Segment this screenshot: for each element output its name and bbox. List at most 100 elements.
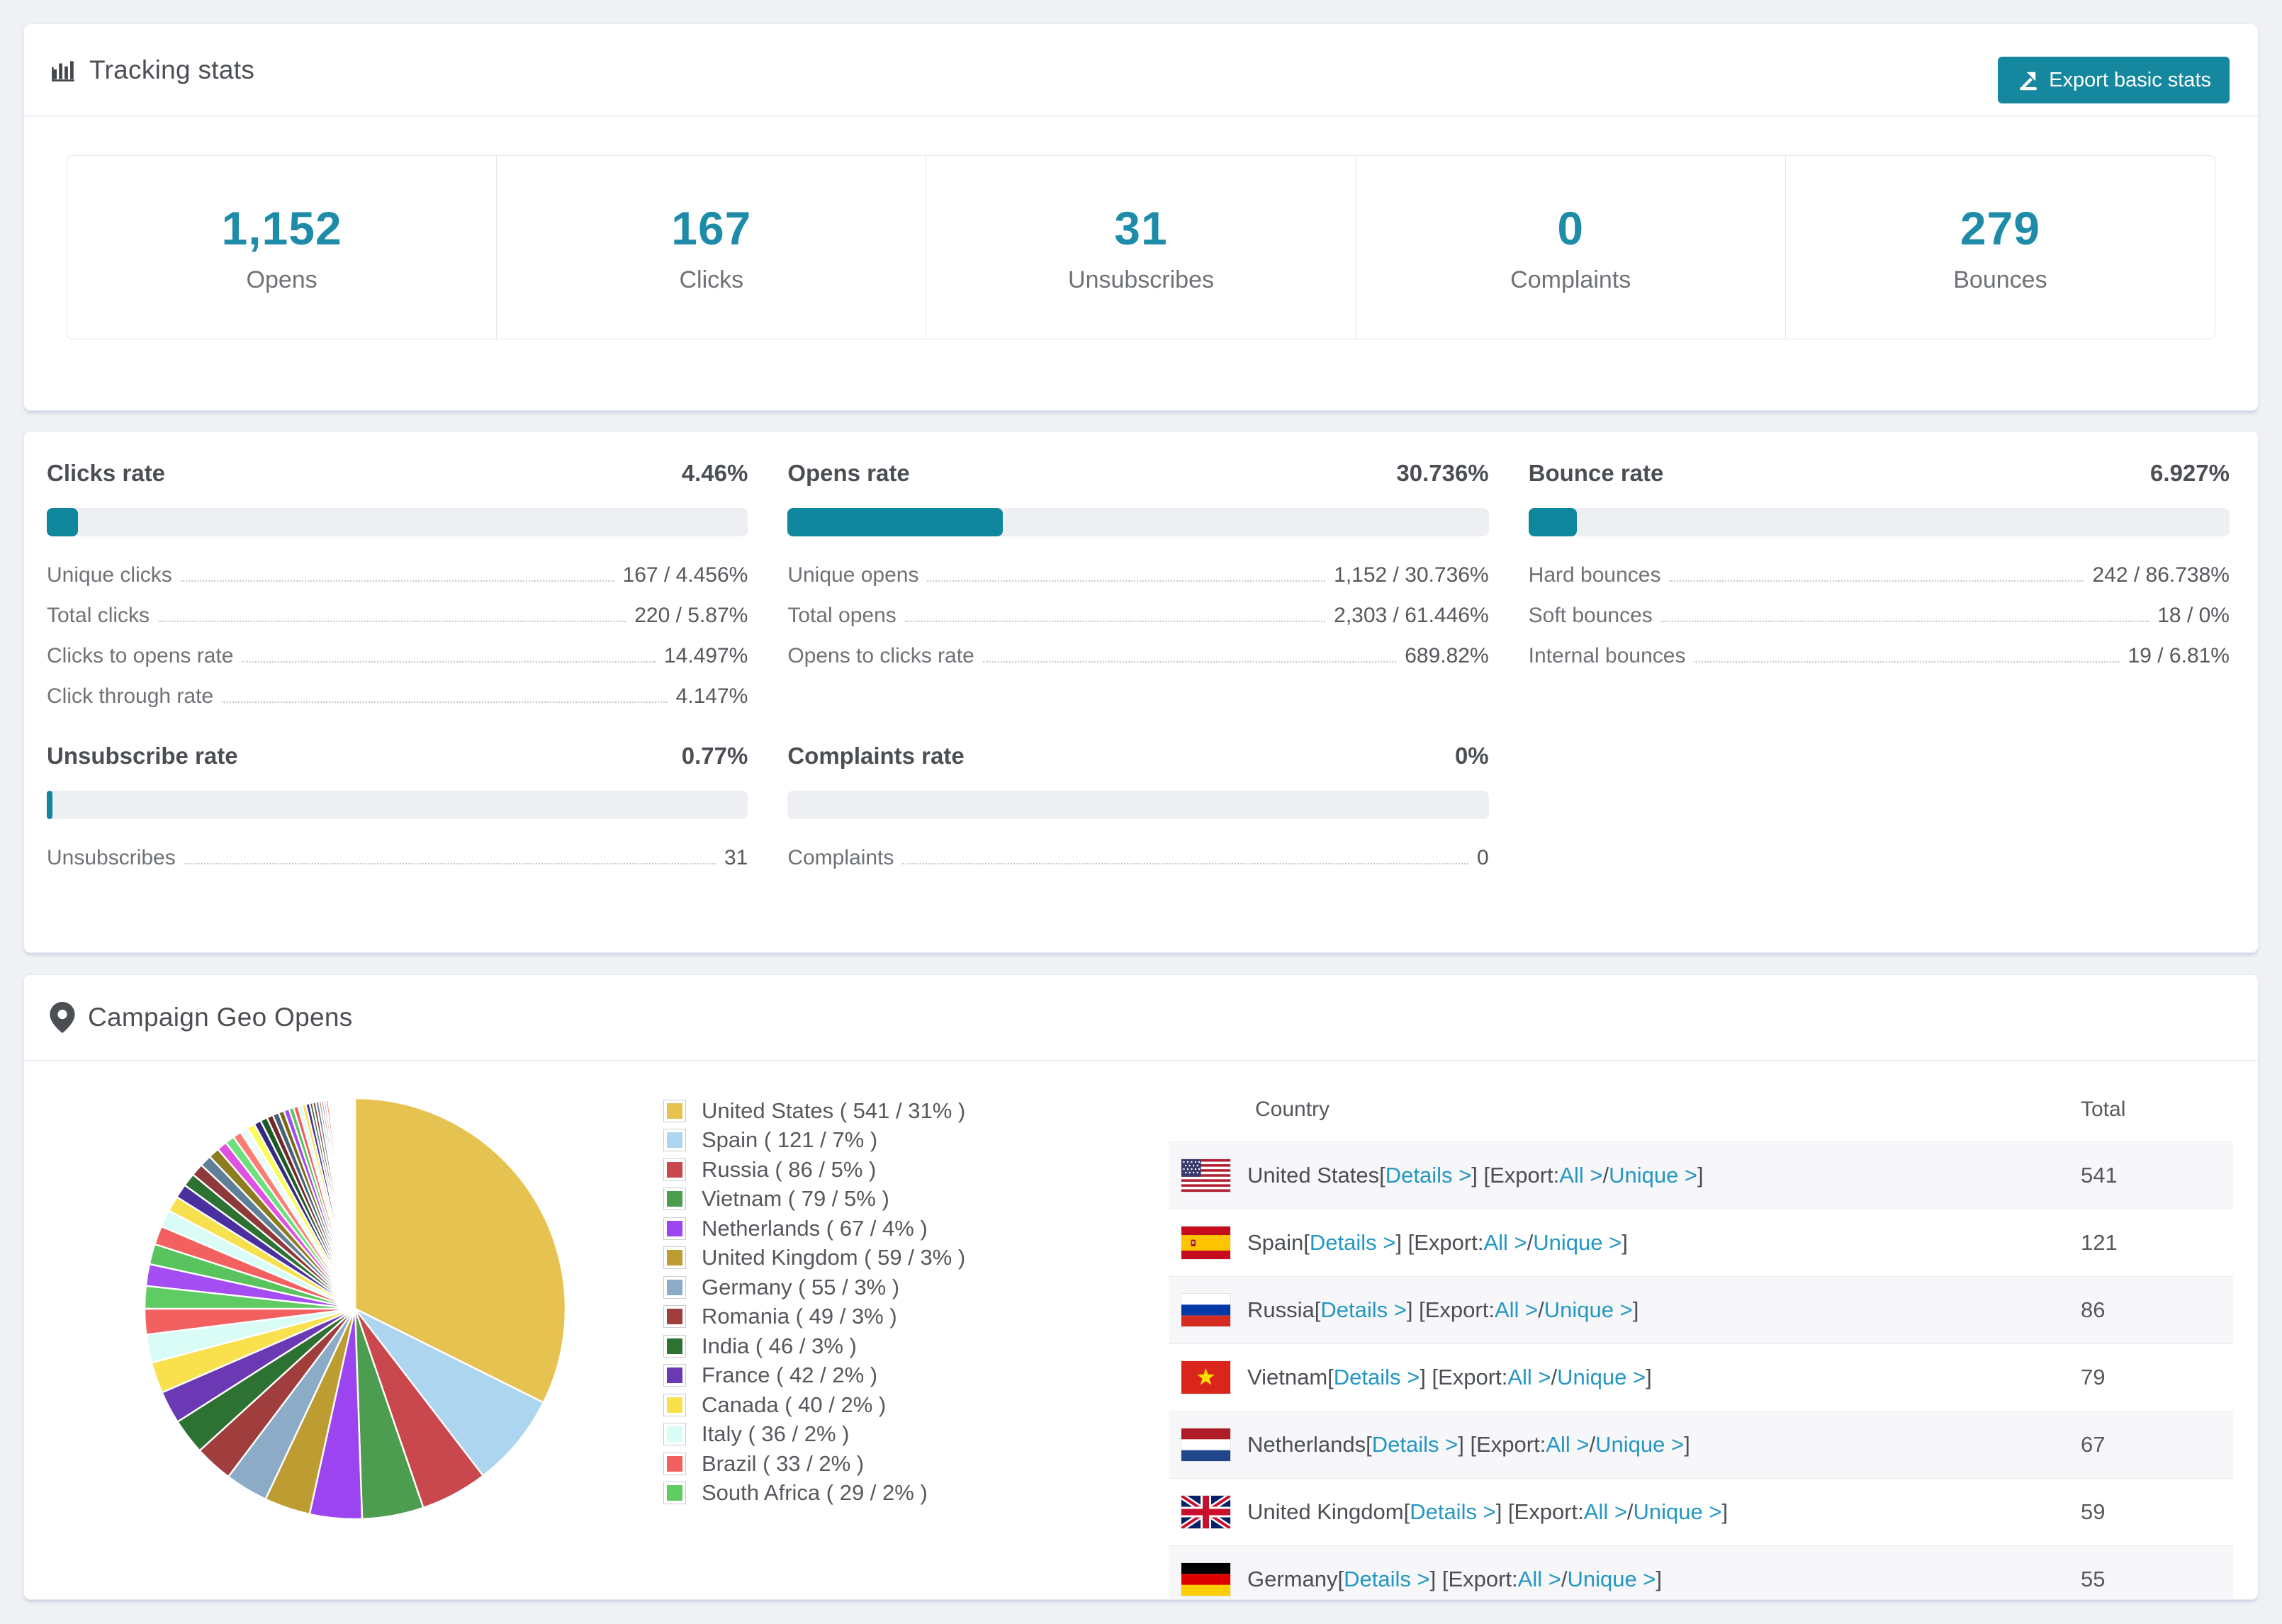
table-row-vietnam: Vietnam [Details >] [Export: All > / Uni… [1169,1343,2233,1411]
export-all-link[interactable]: All > [1518,1567,1561,1592]
bounce-rate-progress-fill [1528,508,1578,536]
details-link[interactable]: Details > [1334,1365,1420,1390]
table-row-united-states: United States [Details >] [Export: All >… [1169,1141,2233,1209]
legend-item-india[interactable]: India ( 46 / 3% ) [663,1331,965,1361]
legend-item-netherlands[interactable]: Netherlands ( 67 / 4% ) [663,1214,965,1244]
kv-hard-bounces: Hard bounces 242 / 86.738% [1528,563,2230,587]
details-link[interactable]: Details > [1344,1567,1429,1592]
tracking-stats-card: Tracking stats Export basic stats 1,152 … [23,23,2259,411]
campaign-stats-page: { "tracking": { "title": "Tracking stats… [0,0,2282,1624]
unsubscribe-rate-block: Unsubscribe rate 0.77% Unsubscribes 31 [47,741,748,876]
stat-complaints-value: 0 [1557,201,1585,254]
export-all-link[interactable]: All > [1546,1432,1589,1457]
stat-unsubscribes-value: 31 [1114,201,1168,254]
export-unique-link[interactable]: Unique > [1544,1297,1633,1323]
complaints-rate-block: Complaints rate 0% Complaints 0 [787,741,1489,876]
stat-bounces-value: 279 [1960,201,2040,254]
legend-item-united-kingdom[interactable]: United Kingdom ( 59 / 3% ) [663,1244,965,1273]
pie-legend: United States ( 541 / 31% ) Spain ( 121 … [663,1096,965,1508]
kv-soft-bounces: Soft bounces 18 / 0% [1528,604,2230,627]
stat-complaints-label: Complaints [1510,266,1631,293]
table-row-spain: Spain [Details >] [Export: All > / Uniqu… [1169,1209,2233,1276]
bar-chart-icon [50,57,77,84]
table-rows: United States [Details >] [Export: All >… [1169,1141,2233,1599]
stats-summary-row: 1,152 Opens 167 Clicks 31 Unsubscribes 0… [67,155,2215,339]
stat-clicks: 167 Clicks [496,156,926,339]
table-row-russia: Russia [Details >] [Export: All > / Uniq… [1169,1276,2233,1343]
geo-body: United States ( 541 / 31% ) Spain ( 121 … [24,1061,2258,1599]
unsubscribe-rate-value: 0.77% [681,743,748,769]
legend-item-brazil[interactable]: Brazil ( 33 / 2% ) [663,1449,965,1479]
unsubscribe-rate-title: Unsubscribe rate [47,743,238,769]
clicks-rate-value: 4.46% [681,460,748,486]
bounce-rate-progressbar [1528,508,2230,536]
netherlands-flag-icon [1181,1428,1230,1461]
clicks-rate-progressbar [47,508,748,536]
geo-opens-pie-chart [143,1097,567,1521]
unsubscribe-rate-progress-fill [47,791,52,819]
export-all-link[interactable]: All > [1584,1499,1627,1525]
export-all-link[interactable]: All > [1559,1163,1602,1188]
table-row-united-kingdom: United Kingdom [Details >] [Export: All … [1169,1478,2233,1545]
kv-unique-clicks: Unique clicks 167 / 4.456% [47,563,748,587]
unsubscribe-rate-progressbar [47,791,748,819]
vietnam-flag-icon [1181,1361,1230,1394]
details-link[interactable]: Details > [1372,1432,1458,1457]
export-all-link[interactable]: All > [1483,1230,1527,1256]
kv-unsubscribes: Unsubscribes 31 [47,846,748,869]
pie-slice-other[interactable] [353,1097,356,1310]
tracking-stats-header: Tracking stats Export basic stats [24,24,2258,117]
export-all-link[interactable]: All > [1495,1297,1538,1323]
legend-item-south-africa[interactable]: South Africa ( 29 / 2% ) [663,1479,965,1509]
export-unique-link[interactable]: Unique > [1533,1230,1621,1256]
stat-opens: 1,152 Opens [67,156,496,339]
export-button-label: Export basic stats [2049,68,2211,91]
details-link[interactable]: Details > [1410,1499,1495,1525]
legend-item-france[interactable]: France ( 42 / 2% ) [663,1361,965,1391]
geo-country-table: Country Total United States [Details >] … [1169,1078,2233,1599]
kv-total-opens: Total opens 2,303 / 61.446% [787,604,1489,627]
legend-item-vietnam[interactable]: Vietnam ( 79 / 5% ) [663,1185,965,1214]
export-basic-stats-button[interactable]: Export basic stats [1998,57,2230,103]
table-row-netherlands: Netherlands [Details >] [Export: All > /… [1169,1411,2233,1478]
germany-flag-icon [1181,1563,1230,1596]
legend-item-romania[interactable]: Romania ( 49 / 3% ) [663,1302,965,1332]
clicks-rate-block: Clicks rate 4.46% Unique clicks 167 / 4.4… [47,458,748,715]
details-link[interactable]: Details > [1386,1163,1471,1188]
map-pin-icon [50,1002,75,1033]
stat-bounces-label: Bounces [1953,266,2047,293]
stat-complaints: 0 Complaints [1355,156,1785,339]
export-unique-link[interactable]: Unique > [1595,1432,1684,1457]
us-flag-icon [1181,1159,1230,1192]
export-icon [2016,69,2039,91]
stat-clicks-label: Clicks [679,266,744,293]
campaign-geo-opens-card: Campaign Geo Opens United States ( 541 /… [23,974,2259,1600]
russia-flag-icon [1181,1294,1230,1326]
stat-clicks-value: 167 [671,201,752,254]
stat-opens-value: 1,152 [221,201,342,254]
legend-item-canada[interactable]: Canada ( 40 / 2% ) [663,1390,965,1420]
opens-rate-progressbar [787,508,1489,536]
legend-item-russia[interactable]: Russia ( 86 / 5% ) [663,1155,965,1185]
export-unique-link[interactable]: Unique > [1634,1499,1722,1525]
kv-unique-opens: Unique opens 1,152 / 30.736% [787,563,1489,587]
geo-title: Campaign Geo Opens [88,1003,353,1032]
legend-item-germany[interactable]: Germany ( 55 / 3% ) [663,1273,965,1302]
geo-header: Campaign Geo Opens [24,975,2258,1061]
details-link[interactable]: Details > [1310,1230,1395,1256]
legend-item-italy[interactable]: Italy ( 36 / 2% ) [663,1420,965,1450]
export-unique-link[interactable]: Unique > [1609,1163,1697,1188]
export-unique-link[interactable]: Unique > [1567,1567,1656,1592]
legend-item-spain[interactable]: Spain ( 121 / 7% ) [663,1126,965,1156]
export-all-link[interactable]: All > [1507,1365,1551,1390]
clicks-rate-progress-fill [47,508,79,536]
legend-item-united-states[interactable]: United States ( 541 / 31% ) [663,1096,965,1126]
total-cell: 67 [2081,1432,2106,1457]
bounce-rate-block: Bounce rate 6.927% Hard bounces 242 / 86.… [1528,458,2230,715]
clicks-rate-title: Clicks rate [47,460,165,486]
opens-rate-progress-fill [787,508,1004,536]
export-unique-link[interactable]: Unique > [1557,1365,1646,1390]
complaints-rate-progressbar [787,791,1489,819]
details-link[interactable]: Details > [1320,1297,1406,1323]
stat-unsubscribes: 31 Unsubscribes [926,156,1355,339]
